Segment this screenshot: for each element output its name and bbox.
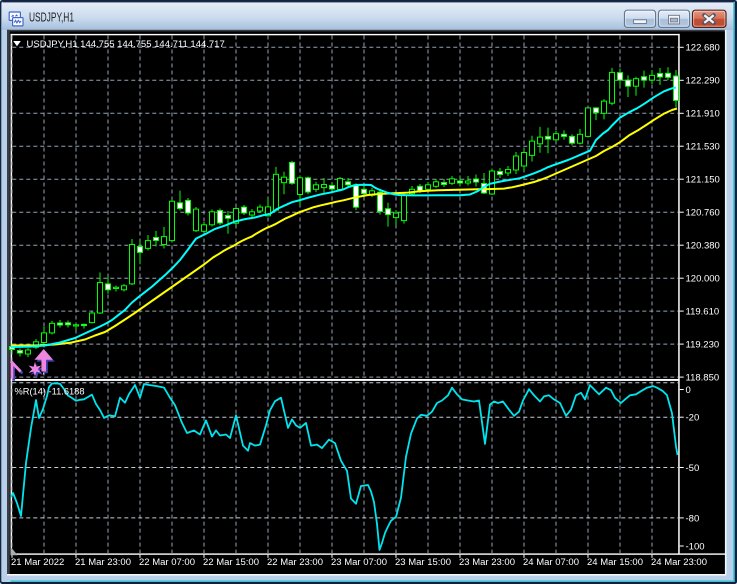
svg-text:24 Mar 15:00: 24 Mar 15:00 — [587, 557, 643, 568]
svg-text:121.150: 121.150 — [686, 175, 720, 186]
svg-text:118.850: 118.850 — [686, 373, 720, 384]
svg-text:23 Mar 15:00: 23 Mar 15:00 — [395, 557, 451, 568]
svg-text:-50: -50 — [686, 463, 700, 474]
svg-text:24 Mar 07:00: 24 Mar 07:00 — [523, 557, 579, 568]
svg-text:121.910: 121.910 — [686, 109, 720, 120]
svg-text:120.760: 120.760 — [686, 208, 720, 219]
svg-text:USDJPY,H1: USDJPY,H1 — [29, 11, 74, 25]
svg-text:121.530: 121.530 — [686, 142, 720, 153]
svg-text:122.290: 122.290 — [686, 76, 720, 87]
svg-text:21 Mar 2022: 21 Mar 2022 — [11, 557, 64, 568]
svg-text:120.380: 120.380 — [686, 241, 720, 252]
svg-text:22 Mar 23:00: 22 Mar 23:00 — [267, 557, 323, 568]
svg-text:119.230: 119.230 — [686, 340, 720, 351]
svg-text:-20: -20 — [686, 413, 700, 424]
svg-text:-100: -100 — [686, 541, 705, 552]
svg-text:22 Mar 15:00: 22 Mar 15:00 — [203, 557, 259, 568]
svg-text:-80: -80 — [686, 513, 700, 524]
svg-text:119.610: 119.610 — [686, 307, 720, 318]
svg-text:122.680: 122.680 — [686, 43, 720, 54]
svg-text:23 Mar 07:00: 23 Mar 07:00 — [331, 557, 387, 568]
svg-text:21 Mar 23:00: 21 Mar 23:00 — [75, 557, 131, 568]
svg-text:22 Mar 07:00: 22 Mar 07:00 — [139, 557, 195, 568]
svg-text:0: 0 — [686, 385, 691, 396]
svg-text:USDJPY,H1 144.755 144.755 144.: USDJPY,H1 144.755 144.755 144.711 144.71… — [27, 39, 225, 50]
svg-text:23 Mar 23:00: 23 Mar 23:00 — [459, 557, 515, 568]
svg-text:%R(14) -11.6188: %R(14) -11.6188 — [15, 386, 85, 396]
svg-text:120.000: 120.000 — [686, 274, 720, 285]
svg-text:24 Mar 23:00: 24 Mar 23:00 — [651, 557, 707, 568]
